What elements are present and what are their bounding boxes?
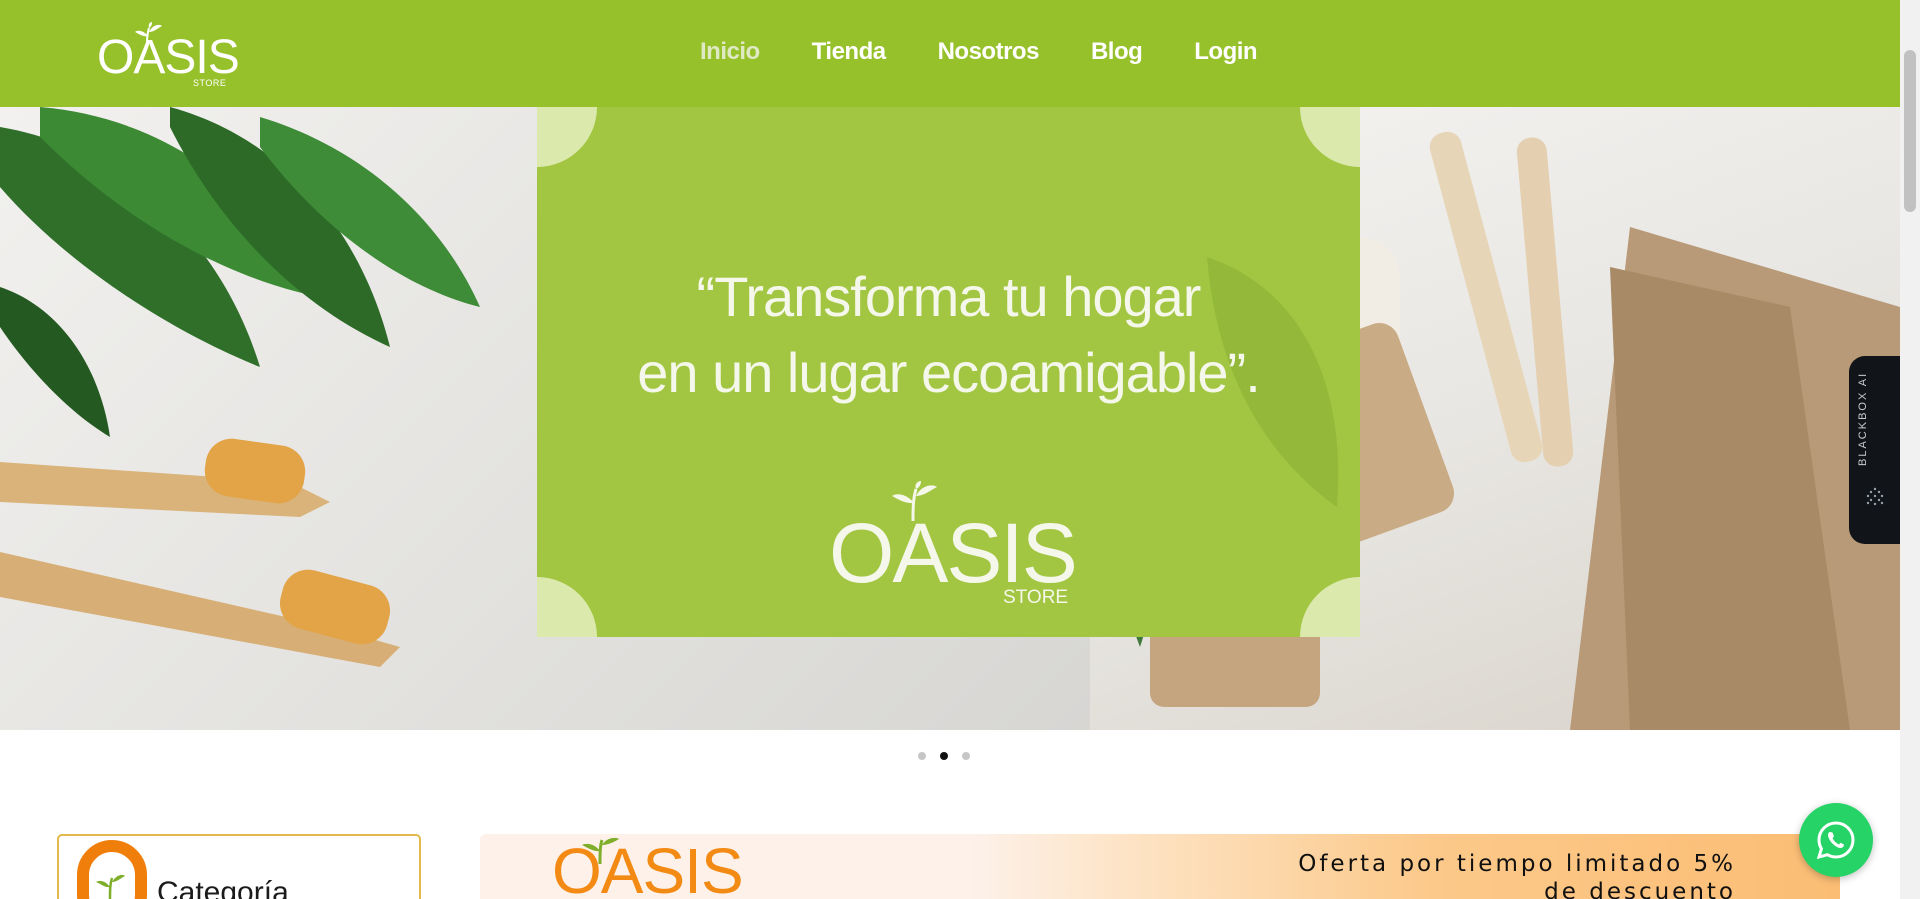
leaf-icon xyxy=(96,874,125,899)
main-nav: Inicio Tienda Nosotros Blog Login xyxy=(700,38,1258,66)
quote-line-2: en un lugar ecoamigable”. xyxy=(637,341,1261,404)
whatsapp-icon xyxy=(1816,821,1855,860)
promo-text: Oferta por tiempo limitado 5% de descuen… xyxy=(1298,851,1736,899)
logo-text: OASIS xyxy=(97,31,240,84)
card-corner xyxy=(537,107,597,167)
carousel-dot-2[interactable] xyxy=(940,752,948,760)
hero-quote: “Transforma tu hogar en un lugar ecoamig… xyxy=(537,259,1360,411)
card-logo: OASIS STORE xyxy=(829,481,1078,608)
blackbox-dots-icon xyxy=(1866,487,1884,506)
site-logo[interactable]: OASIS STORE xyxy=(97,20,240,90)
leaf-icon xyxy=(582,837,619,864)
blackbox-ai-widget[interactable]: BLACKBOX AI xyxy=(1849,356,1900,544)
nav-item-inicio[interactable]: Inicio xyxy=(700,38,760,66)
carousel-dot-1[interactable] xyxy=(918,752,926,760)
promo-banner[interactable]: OASIS Oferta por tiempo limitado 5% de d… xyxy=(480,834,1840,899)
card-corner xyxy=(1300,577,1360,637)
hero-slider[interactable]: “Transforma tu hogar en un lugar ecoamig… xyxy=(0,107,1900,730)
card-logo-sub: STORE xyxy=(1003,587,1069,608)
nav-item-tienda[interactable]: Tienda xyxy=(812,38,886,66)
category-logo-icon xyxy=(77,840,147,899)
nav-item-nosotros[interactable]: Nosotros xyxy=(938,38,1040,66)
nav-item-blog[interactable]: Blog xyxy=(1091,38,1143,66)
logo-sub: STORE xyxy=(193,78,227,88)
whatsapp-button[interactable] xyxy=(1799,803,1873,877)
category-card[interactable]: Categoría xyxy=(57,834,421,899)
nav-item-login[interactable]: Login xyxy=(1194,38,1257,66)
carousel-dots xyxy=(918,752,970,760)
quote-line-1: “Transforma tu hogar xyxy=(696,265,1202,328)
hero-quote-card: “Transforma tu hogar en un lugar ecoamig… xyxy=(537,107,1360,637)
category-title: Categoría xyxy=(157,876,289,899)
site-header: OASIS STORE Inicio Tienda Nosotros Blog … xyxy=(0,0,1900,107)
carousel-dot-3[interactable] xyxy=(962,752,970,760)
card-corner xyxy=(537,577,597,637)
scrollbar-thumb[interactable] xyxy=(1904,50,1916,212)
blackbox-label: BLACKBOX AI xyxy=(1857,371,1869,466)
page: OASIS STORE Inicio Tienda Nosotros Blog … xyxy=(0,0,1920,899)
page-scrollbar[interactable] xyxy=(1900,0,1920,899)
card-corner xyxy=(1300,107,1360,167)
